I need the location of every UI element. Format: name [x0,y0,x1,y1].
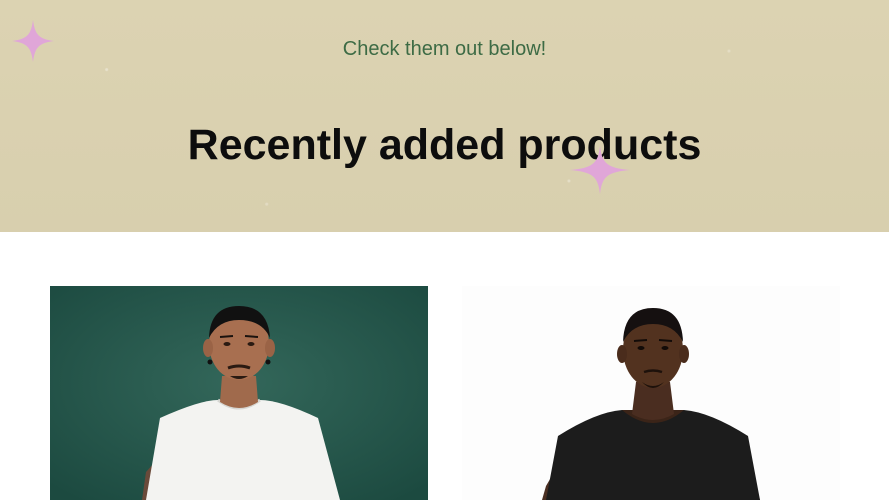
hero-subtitle: Check them out below! [342,38,547,60]
product-card[interactable] [462,286,840,500]
product-image[interactable] [50,286,428,500]
hero-banner: Check them out below! Recently added pro… [0,0,889,232]
product-card[interactable] [50,286,428,500]
product-image[interactable] [462,286,840,500]
sparkle-icon [570,146,630,194]
page-title: Recently added products [187,121,702,169]
